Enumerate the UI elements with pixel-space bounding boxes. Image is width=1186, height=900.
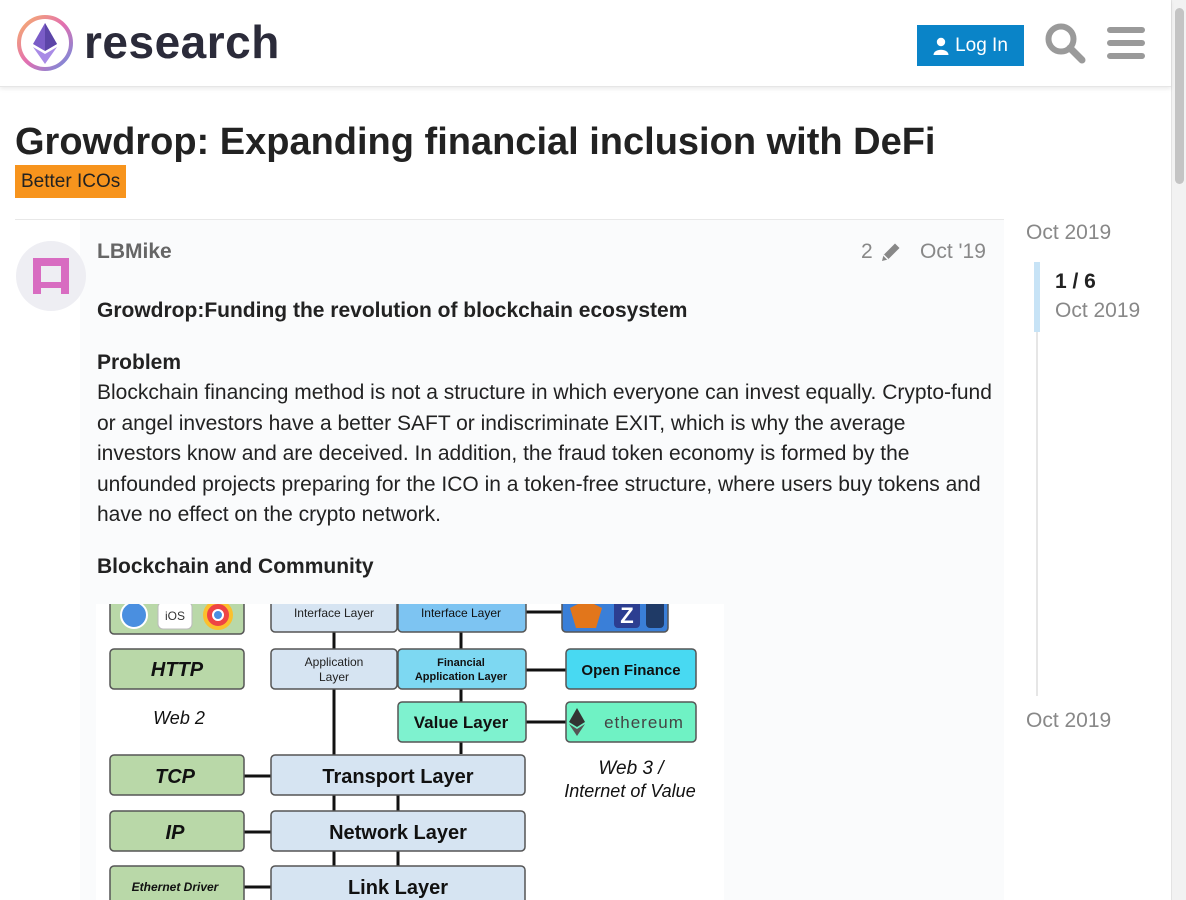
problem-paragraph: Blockchain financing method is not a str… — [97, 381, 992, 526]
diagram-interface-layer: Interface Layer — [294, 606, 374, 620]
diagram-ethernet: Ethernet Driver — [132, 880, 220, 894]
problem-heading: Problem — [97, 350, 182, 374]
category-badge[interactable]: Better ICOs — [15, 165, 127, 198]
site-logo-text[interactable]: research — [84, 14, 280, 70]
avatar[interactable] — [16, 241, 86, 311]
user-avatar-icon — [33, 258, 69, 294]
diagram-web3-interface-layer: Interface Layer — [421, 606, 501, 620]
diagram-application-layer: Application — [305, 655, 364, 669]
diagram-open-finance: Open Finance — [581, 662, 680, 679]
diagram-financial-app-layer: Financial — [437, 657, 485, 669]
timeline-start-date[interactable]: Oct 2019 — [1026, 221, 1111, 245]
diagram-internet-of-value: Internet of Value — [564, 781, 695, 801]
page: research Log In Growdrop: Expanding fina… — [0, 0, 1186, 900]
diagram-http: HTTP — [151, 659, 204, 681]
login-label: Log In — [955, 34, 1008, 56]
diagram-web2: Web 2 — [153, 708, 205, 728]
research-logo-icon[interactable] — [16, 14, 74, 72]
scrollbar-thumb[interactable] — [1175, 8, 1184, 184]
site-header: research Log In — [0, 0, 1171, 87]
diagram-ip: IP — [166, 822, 186, 844]
hamburger-menu-icon[interactable] — [1107, 26, 1145, 60]
layer-diagram-image[interactable]: iOS HTTP Web 2 TCP IP Ethernet Driver In… — [96, 604, 724, 900]
diagram-network-layer: Network Layer — [329, 822, 467, 844]
topic-title[interactable]: Growdrop: Expanding financial inclusion … — [15, 118, 935, 166]
diagram-ethereum: ethereum — [604, 713, 684, 732]
post-heading: Growdrop:Funding the revolution of block… — [97, 299, 688, 322]
search-icon[interactable] — [1044, 22, 1086, 64]
svg-text:Layer: Layer — [319, 670, 349, 684]
timeline-position: 1 / 6 — [1055, 270, 1096, 293]
timeline-position-date: Oct 2019 — [1055, 299, 1141, 322]
diagram-transport-layer: Transport Layer — [322, 766, 473, 788]
user-icon — [933, 37, 949, 55]
post-content: Growdrop:Funding the revolution of block… — [97, 296, 992, 603]
svg-text:Application Layer: Application Layer — [415, 671, 508, 683]
community-heading: Blockchain and Community — [97, 554, 374, 578]
edit-count: 2 — [861, 240, 873, 263]
diagram-ios: iOS — [165, 609, 185, 623]
edit-history-button[interactable]: 2 — [861, 240, 903, 264]
diagram-link-layer: Link Layer — [348, 877, 448, 899]
svg-text:Z: Z — [620, 604, 633, 628]
post-date[interactable]: Oct '19 — [920, 240, 986, 264]
page-scrollbar[interactable] — [1171, 0, 1186, 900]
login-button[interactable]: Log In — [917, 25, 1024, 66]
post-username[interactable]: LBMike — [97, 240, 172, 264]
diagram-web3-label: Web 3 / — [598, 758, 665, 779]
diagram-tcp: TCP — [155, 766, 196, 788]
diagram-value-layer: Value Layer — [414, 713, 509, 732]
timeline-end-date[interactable]: Oct 2019 — [1026, 709, 1111, 733]
timeline-scroll-handle[interactable] — [1034, 262, 1040, 332]
pencil-icon — [881, 243, 900, 261]
